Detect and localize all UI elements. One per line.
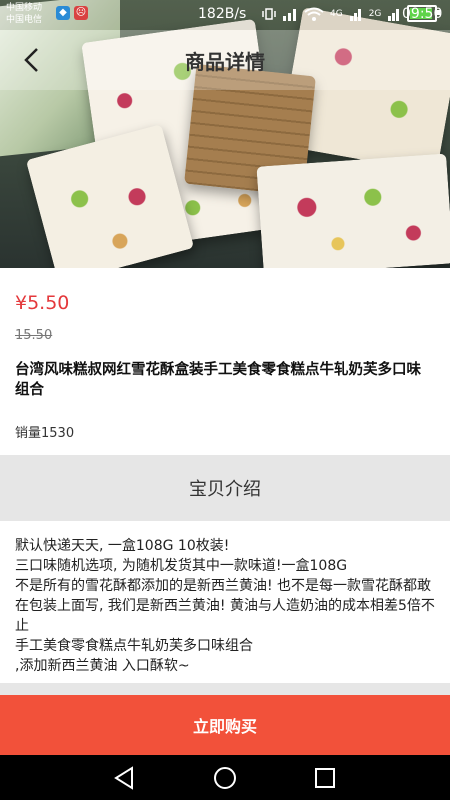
carrier-1: 中国移动	[6, 3, 43, 13]
description-line: 三口味随机选项, 为随机发货其中一款味道!一盒108G	[15, 558, 348, 574]
section-header: 宝贝介绍	[0, 455, 450, 521]
product-title: 台湾风味糕叔网红雪花酥盒装手工美食零食糕点牛轧奶芙多口味组合	[15, 362, 421, 398]
carrier-2: 中国电信	[6, 15, 43, 25]
divider	[0, 683, 450, 695]
wifi-icon	[304, 7, 324, 21]
sales-count: 销量1530	[15, 426, 75, 441]
signal-icon	[349, 8, 361, 21]
nav-back-icon[interactable]	[112, 765, 138, 791]
description-line: 默认快递天天, 一盒108G 10枚装!	[15, 538, 230, 554]
network-speed: 182B/s	[198, 6, 247, 22]
page-title: 商品详情	[185, 50, 265, 74]
signal-icon	[388, 8, 400, 21]
title-bar: 商品详情	[0, 30, 450, 90]
description-line: 不是所有的雪花酥都添加的是新西兰黄油! 也不是每一款雪花酥都敢在包装上面写, 我…	[15, 578, 435, 634]
original-price: 15.50	[15, 328, 53, 343]
buy-now-button[interactable]: 立即购买	[0, 695, 450, 755]
nougat-block	[256, 153, 450, 268]
notification-icon: ◆	[56, 6, 70, 20]
signal-icon	[283, 8, 296, 21]
description-line: ,添加新西兰黄油 入口酥软~	[15, 658, 190, 674]
carrier-info: 中国移动 中国电信	[6, 2, 42, 26]
clock: 09:50	[402, 6, 443, 22]
navigation-bar	[0, 755, 450, 800]
status-bar: 中国移动 中国电信 ◆ ☹ 182B/s 4G 2G 09:50	[0, 0, 450, 30]
notification-icon: ☹	[74, 6, 88, 20]
product-description: 默认快递天天, 一盒108G 10枚装! 三口味随机选项, 为随机发货其中一款味…	[15, 536, 440, 676]
notification-icons: ◆ ☹	[56, 6, 88, 20]
nav-home-icon[interactable]	[212, 765, 238, 791]
network-type-1: 4G	[330, 8, 343, 19]
nav-recent-apps-icon[interactable]	[312, 765, 338, 791]
current-price: ¥5.50	[15, 292, 70, 314]
network-type-2: 2G	[368, 8, 382, 19]
vibrate-icon	[262, 7, 276, 20]
section-title: 宝贝介绍	[189, 479, 261, 500]
buy-now-label: 立即购买	[192, 717, 257, 736]
description-line: 手工美食零食糕点牛轧奶芙多口味组合	[15, 638, 253, 654]
